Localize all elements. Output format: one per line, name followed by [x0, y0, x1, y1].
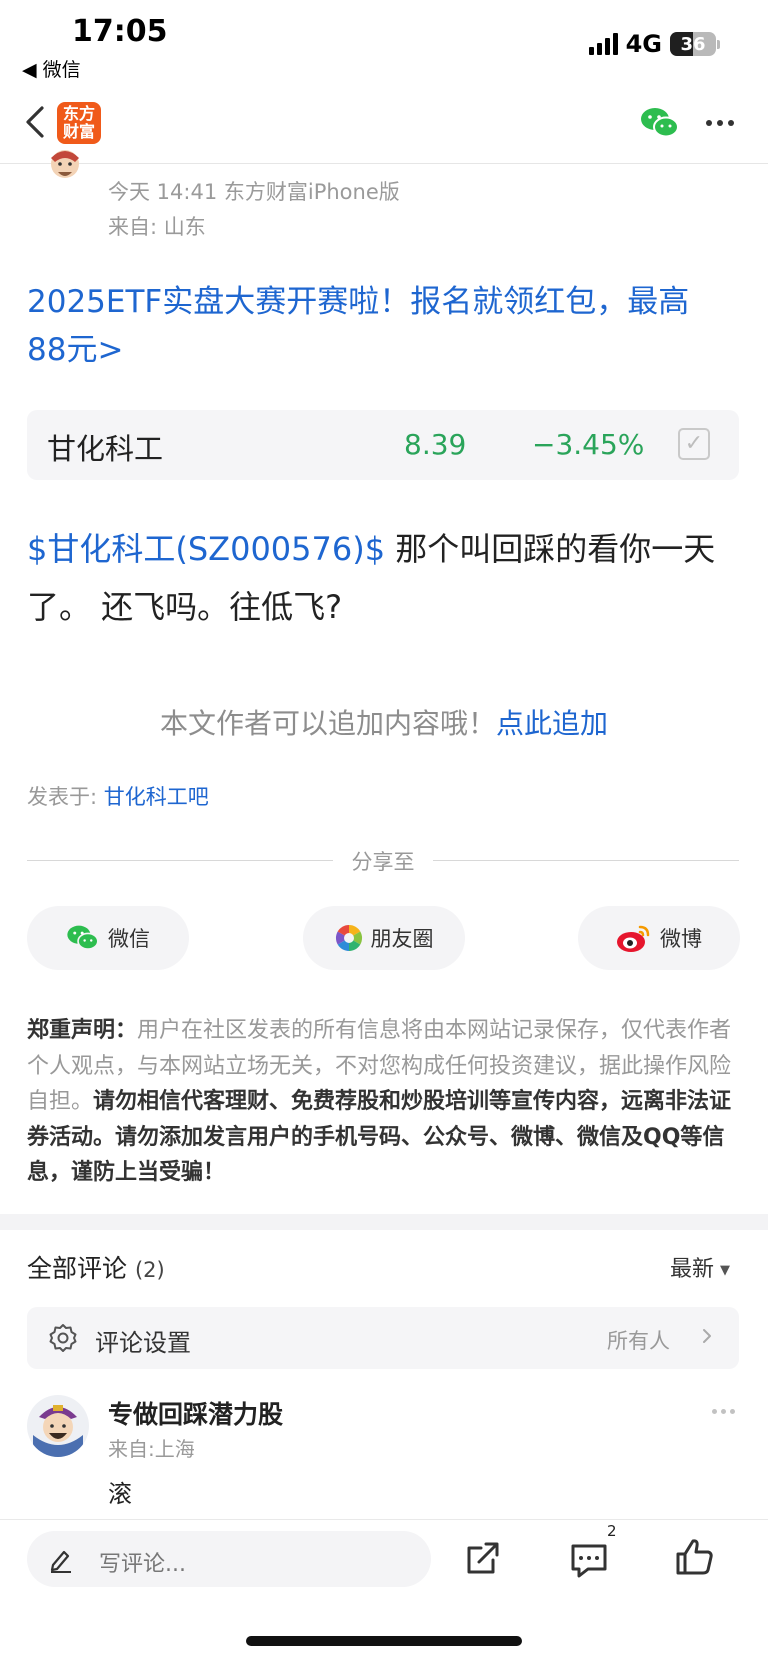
home-indicator [246, 1636, 522, 1646]
comment-icon[interactable] [568, 1540, 610, 1580]
wechat-icon [67, 925, 99, 950]
comment-more-icon[interactable] [712, 1409, 735, 1414]
wechat-share-icon[interactable] [640, 106, 680, 140]
share-wechat-button[interactable]: 微信 [27, 906, 189, 970]
network-type: 4G [625, 30, 662, 58]
battery-icon: 36 [670, 32, 720, 56]
append-prompt-text: 本文作者可以追加内容哦！ [159, 707, 496, 740]
signal-icon [588, 33, 618, 55]
stock-price: 8.39 [404, 428, 467, 461]
append-link[interactable]: 点此追加 [496, 707, 608, 740]
weibo-icon [617, 925, 650, 952]
share-title: 分享至 [351, 850, 415, 874]
comments-count: (2) [134, 1258, 165, 1282]
app-logo: 东方财富 [57, 102, 101, 144]
sort-label: 最新 [670, 1257, 715, 1282]
posted-in: 发表于: 甘化科工吧 [27, 781, 209, 811]
write-comment-placeholder: 写评论... [99, 1552, 186, 1577]
comment-settings-label: 评论设置 [95, 1329, 191, 1357]
gear-icon [47, 1322, 79, 1354]
disclaimer: 郑重声明：用户在社区发表的所有信息将由本网站记录保存，仅代表作者个人观点，与本网… [27, 1013, 742, 1191]
stock-change: −3.45% [532, 428, 645, 461]
section-divider [0, 1214, 768, 1230]
avatar[interactable] [27, 1395, 89, 1457]
share-weibo-button[interactable]: 微博 [578, 906, 740, 970]
comment-settings-row[interactable]: 评论设置 所有人 [27, 1307, 739, 1369]
disclaimer-warning: 请勿相信代客理财、免费荐股和炒股培训等宣传内容，远离非法证券活动。请勿添加发言用… [27, 1089, 732, 1185]
share-wechat-label: 微信 [108, 927, 150, 951]
comment-count-badge: 2 [607, 1522, 617, 1540]
back-chevron-icon[interactable] [22, 102, 52, 142]
posted-in-label: 发表于: [27, 785, 104, 809]
comments-title: 全部评论 (2) [27, 1249, 165, 1285]
battery-level: 36 [680, 33, 706, 55]
share-moments-label: 朋友圈 [370, 927, 434, 951]
author-avatar[interactable] [42, 150, 88, 190]
logo-text: 东方财富 [62, 104, 95, 141]
append-prompt: 本文作者可以追加内容哦！点此追加 [0, 702, 768, 742]
divider [0, 1519, 768, 1520]
write-comment-input[interactable]: 写评论... [27, 1531, 431, 1587]
promo-link[interactable]: 2025ETF实盘大赛开赛啦！报名就领红包，最高88元> [27, 278, 727, 374]
share-weibo-label: 微博 [660, 927, 702, 951]
comment-location: 来自:上海 [108, 1437, 195, 1461]
sort-dropdown[interactable]: 最新 ▼ [670, 1251, 730, 1283]
post-location: 来自: 山东 [108, 215, 206, 239]
chevron-right-icon [700, 1321, 714, 1357]
status-indicators: 4G 36 [588, 30, 720, 58]
pencil-icon [47, 1545, 75, 1573]
stock-card[interactable]: 甘化科工 8.39 −3.45% ✓ [27, 410, 739, 480]
stock-name: 甘化科工 [47, 432, 164, 466]
caret-down-icon: ▼ [720, 1262, 731, 1278]
forum-link[interactable]: 甘化科工吧 [104, 785, 209, 809]
comment-settings-value: 所有人 [607, 1329, 670, 1353]
post-body: $甘化科工(SZ000576)$ 那个叫回踩的看你一天了。 还飞吗。往低飞? [27, 520, 742, 636]
thumbs-up-icon[interactable] [674, 1536, 716, 1578]
divider [433, 860, 739, 861]
comments-title-text: 全部评论 [27, 1254, 128, 1283]
add-watchlist-checkbox-icon[interactable]: ✓ [678, 428, 710, 460]
back-to-wechat-link[interactable]: ◀ 微信 [22, 55, 81, 82]
divider [27, 860, 333, 861]
post-time: 今天 14:41 东方财富iPhone版 [108, 180, 400, 204]
comment-author[interactable]: 专做回踩潜力股 [108, 1395, 283, 1431]
nav-divider [0, 163, 768, 164]
stock-tag-link[interactable]: $甘化科工(SZ000576)$ [27, 530, 385, 568]
status-time: 17:05 [72, 14, 168, 49]
disclaimer-lead: 郑重声明： [27, 1018, 138, 1043]
more-menu-icon[interactable] [706, 120, 734, 126]
share-moments-button[interactable]: 朋友圈 [303, 906, 465, 970]
moments-icon [335, 924, 362, 952]
share-icon[interactable] [463, 1538, 503, 1578]
comment-text: 滚 [108, 1480, 132, 1508]
